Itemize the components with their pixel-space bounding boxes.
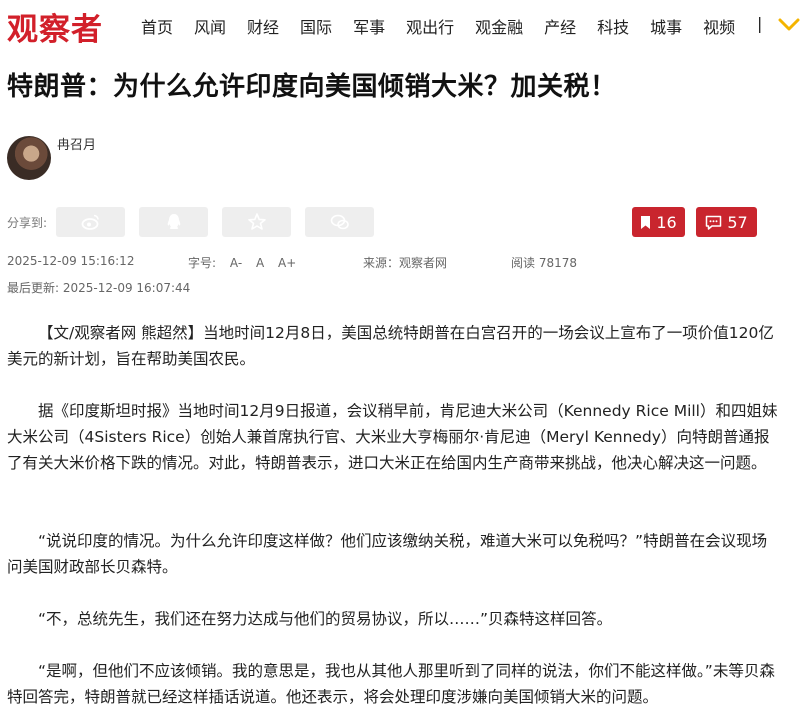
nav-item-home[interactable]: 首页	[141, 14, 173, 38]
font-normal-button[interactable]: A	[256, 256, 264, 270]
font-size-controls: 字号: A- A A+	[188, 254, 296, 271]
qzone-star-icon	[247, 213, 266, 230]
qq-icon	[167, 214, 180, 229]
article-source: 来源：观察者网	[363, 256, 448, 270]
comment-icon	[706, 215, 722, 230]
author-name[interactable]: 冉召月	[57, 134, 96, 153]
share-qzone-button[interactable]	[222, 207, 291, 237]
publish-time: 2025-12-09 15:16:12	[7, 254, 135, 268]
site-logo[interactable]: 观察者	[7, 4, 103, 49]
avatar[interactable]	[7, 136, 51, 180]
nav-item-video[interactable]: 视频	[703, 14, 735, 38]
nav-item-travel[interactable]: 观出行	[406, 14, 454, 38]
bookmark-count: 16	[656, 212, 677, 232]
last-updated: 最后更新: 2025-12-09 16:07:44	[7, 281, 191, 295]
main-nav: 首页 风闻 财经 国际 军事 观出行 观金融 产经 科技 城事 视频	[141, 14, 756, 38]
wechat-icon	[330, 214, 349, 230]
view-count: 阅读 78178	[511, 256, 577, 270]
article-paragraph: 【文/观察者网 熊超然】当地时间12月8日，美国总统特朗普在白宫召开的一场会议上…	[7, 324, 774, 368]
share-label: 分享到:	[7, 216, 48, 230]
article-paragraph: “说说印度的情况。为什么允许印度这样做？他们应该缴纳关税，难道大米可以免税吗？”…	[7, 532, 768, 576]
article-paragraph: 据《印度斯坦时报》当地时间12月9日报道，会议稍早前，肯尼迪大米公司（Kenne…	[7, 402, 778, 472]
nav-item-tech[interactable]: 科技	[597, 14, 629, 38]
share-wechat-button[interactable]	[305, 207, 374, 237]
share-weibo-button[interactable]	[56, 207, 125, 237]
bookmark-button[interactable]: 16	[632, 207, 685, 237]
comment-count: 57	[727, 212, 748, 232]
nav-item-military[interactable]: 军事	[353, 14, 385, 38]
nav-item-finance-news[interactable]: 观金融	[475, 14, 523, 38]
nav-item-fengwen[interactable]: 风闻	[194, 14, 226, 38]
article-paragraph: “是啊，但他们不应该倾销。我的意思是，我也从其他人那里听到了同样的说法，你们不能…	[7, 662, 775, 706]
comment-button[interactable]: 57	[696, 207, 757, 237]
top-nav-bar: 观察者 首页 风闻 财经 国际 军事 观出行 观金融 产经 科技 城事 视频 |	[0, 0, 803, 50]
weibo-icon	[81, 214, 99, 230]
nav-item-city[interactable]: 城事	[650, 14, 682, 38]
chevron-down-icon[interactable]	[778, 18, 800, 32]
nav-item-finance[interactable]: 财经	[247, 14, 279, 38]
font-larger-button[interactable]: A+	[278, 256, 296, 270]
nav-separator: |	[757, 14, 763, 33]
bookmark-icon	[641, 215, 651, 229]
article-paragraph: “不，总统先生，我们还在努力达成与他们的贸易协议，所以……”贝森特这样回答。	[38, 610, 613, 628]
nav-item-industry[interactable]: 产经	[544, 14, 576, 38]
share-qq-button[interactable]	[139, 207, 208, 237]
article-title: 特朗普：为什么允许印度向美国倾销大米？加关税！	[7, 72, 617, 102]
font-smaller-button[interactable]: A-	[230, 256, 242, 270]
font-size-label: 字号:	[188, 256, 217, 270]
nav-item-international[interactable]: 国际	[300, 14, 332, 38]
